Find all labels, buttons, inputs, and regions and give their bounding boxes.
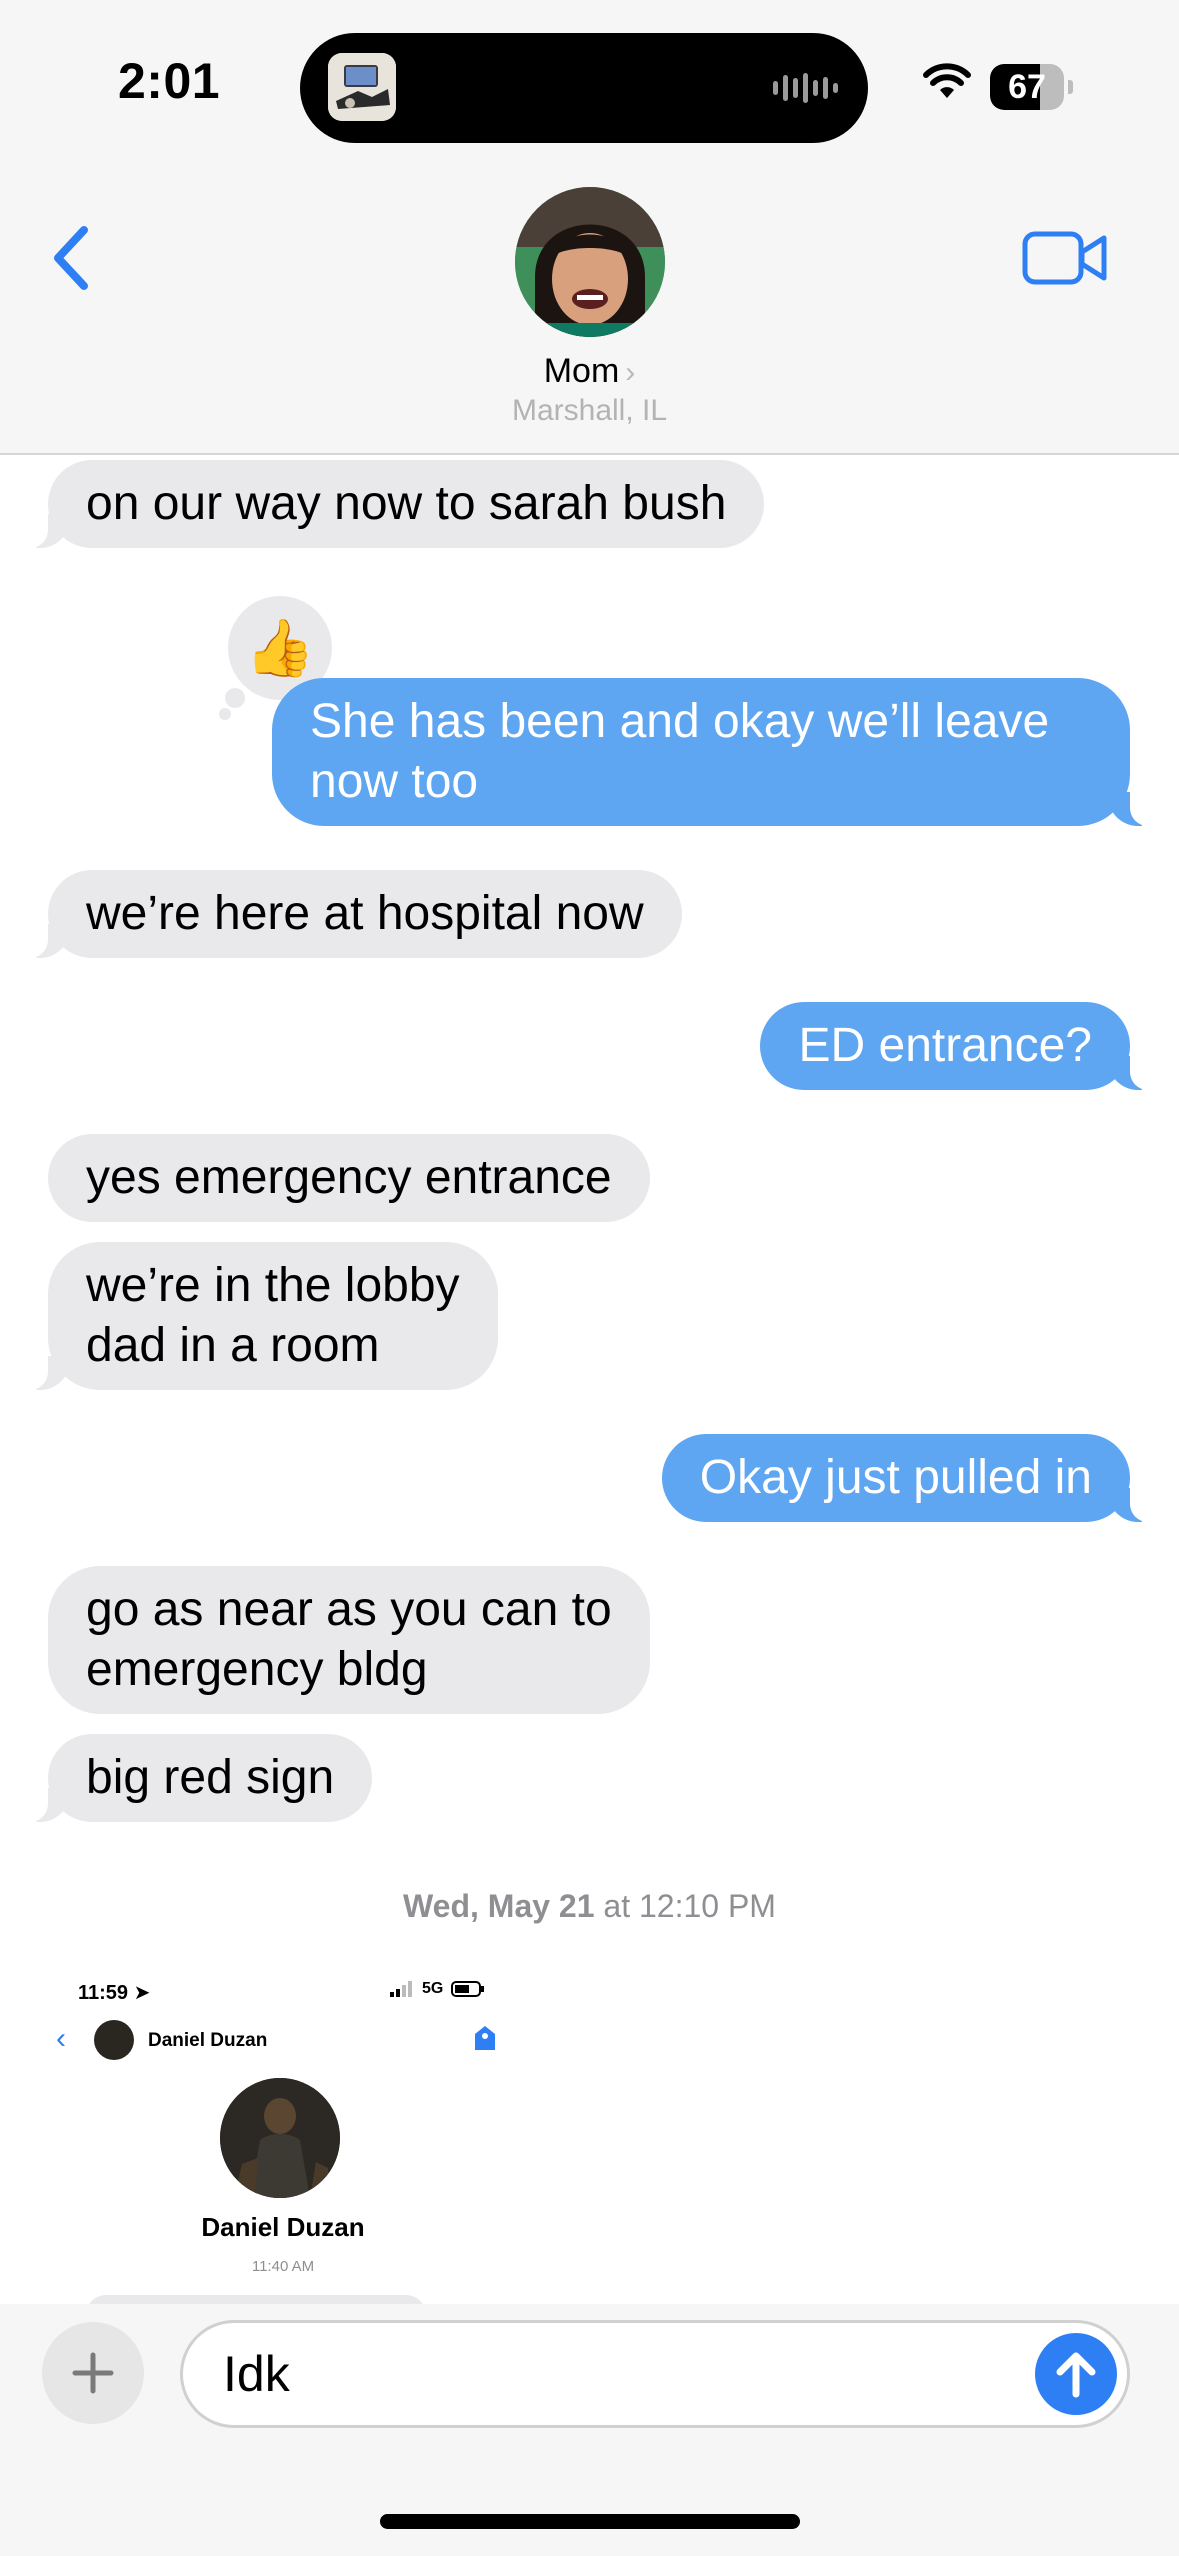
plus-icon	[72, 2352, 114, 2394]
message-bubble-incoming[interactable]: we’re in the lobby dad in a room	[24, 1242, 498, 1390]
message-bubble-incoming[interactable]: on our way now to sarah bush	[23, 460, 765, 548]
attachment-avatar-large	[220, 2078, 340, 2198]
send-button[interactable]	[1035, 2333, 1117, 2415]
attachment-status-time: 11:59 ➤	[78, 1982, 151, 2004]
battery-percent: 67	[1008, 67, 1046, 106]
battery-small-icon	[451, 1981, 485, 1997]
home-indicator[interactable]	[380, 2514, 800, 2529]
signal-icon	[390, 1981, 412, 1997]
attachment-message-time: 11:40 AM	[251, 2258, 315, 2275]
attachment-back-icon: ‹	[56, 2022, 66, 2055]
back-chevron-icon[interactable]	[40, 218, 110, 298]
battery-icon: 67	[990, 64, 1064, 110]
image-attachment[interactable]: 11:59 ➤ 5G ‹ Daniel Duzan Daniel Duzan 1…	[48, 1960, 518, 2310]
attachment-contact-name: Daniel Duzan	[201, 2212, 365, 2242]
attachment-contact-name-small: Daniel Duzan	[148, 2030, 268, 2051]
message-input[interactable]: Idk	[180, 2320, 1130, 2428]
battery-nub	[1068, 80, 1073, 94]
network-label: 5G	[422, 1980, 444, 1997]
message-bubble-outgoing[interactable]: ED entrance?	[760, 1002, 1154, 1090]
reaction-tail-small	[219, 708, 231, 720]
message-bubble-incoming[interactable]: big red sign	[23, 1734, 373, 1822]
chevron-right-icon: ›	[625, 356, 636, 389]
message-timestamp: Wed, May 21 at 12:10 PM	[0, 1888, 1179, 1925]
message-bubble-outgoing[interactable]: She has been and okay we’ll leave now to…	[272, 678, 1154, 826]
wifi-icon	[923, 63, 971, 98]
now-playing-thumbnail	[328, 53, 396, 121]
attachment-status-icons: 5G	[390, 1980, 485, 1998]
message-bubble-outgoing[interactable]: Okay just pulled in	[661, 1434, 1155, 1522]
message-bubble-incoming[interactable]: yes emergency entrance	[48, 1134, 650, 1222]
dynamic-island[interactable]	[300, 33, 868, 143]
message-bubble-incoming[interactable]: we’re here at hospital now	[24, 870, 682, 958]
attachment-avatar-small	[94, 2020, 134, 2060]
apps-plus-button[interactable]	[42, 2322, 144, 2424]
timestamp-day: Wed, May 21	[403, 1888, 595, 1924]
contact-name[interactable]: Mom	[544, 352, 620, 390]
attachment-contact-icon	[475, 2026, 495, 2050]
message-bubble-incoming[interactable]: go as near as you can to emergency bldg	[48, 1566, 650, 1714]
reaction-emoji: 👍	[245, 616, 315, 679]
status-time: 2:01	[118, 53, 221, 109]
video-call-icon[interactable]	[1022, 228, 1108, 288]
conversation-header: 2:01 67 Mom › Marshall, IL	[0, 0, 1179, 455]
contact-name-row[interactable]: Mom ›	[0, 352, 1179, 391]
contact-location: Marshall, IL	[511, 394, 668, 427]
contact-avatar[interactable]	[515, 187, 665, 337]
timestamp-time: at 12:10 PM	[603, 1888, 776, 1924]
message-input-text[interactable]: Idk	[223, 2345, 290, 2403]
reaction-tail	[225, 688, 245, 708]
location-arrow-icon: ➤	[133, 1982, 151, 2004]
arrow-up-icon	[1056, 2352, 1096, 2398]
audio-waveform-icon	[773, 69, 838, 107]
